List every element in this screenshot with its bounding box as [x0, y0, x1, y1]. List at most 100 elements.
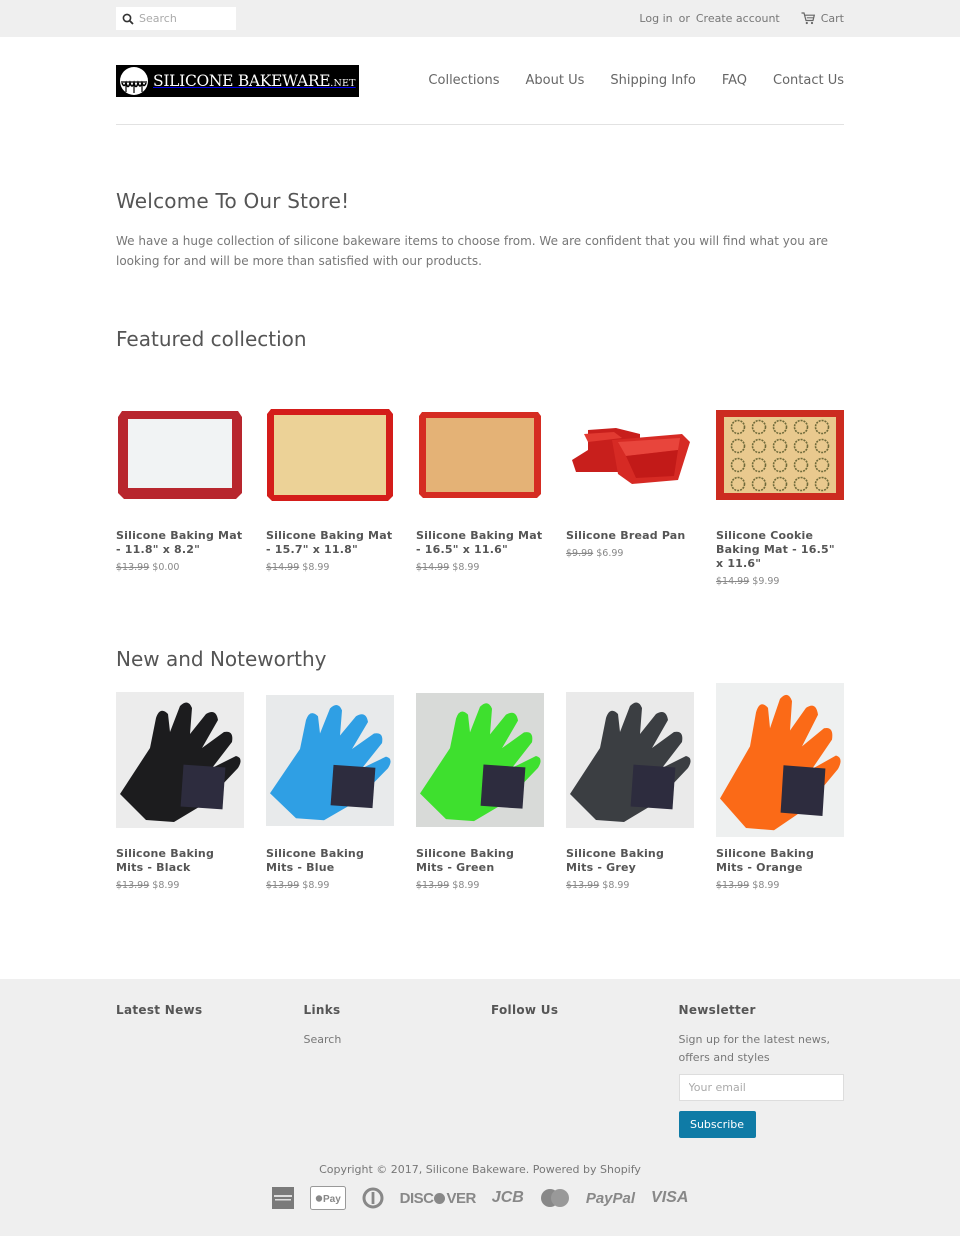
compare-price: $14.99 — [266, 562, 300, 573]
compare-price: $13.99 — [116, 562, 150, 573]
product-image-bread-pan — [566, 391, 694, 519]
compare-price: $13.99 — [416, 880, 450, 891]
product-title: Silicone Baking Mits - Black — [116, 847, 215, 874]
nav-collections[interactable]: Collections — [428, 73, 499, 88]
search-box[interactable] — [116, 7, 236, 30]
sale-price: $8.99 — [452, 562, 480, 573]
product-price: $13.99 $8.99 — [716, 880, 844, 891]
sale-price: $0.00 — [152, 562, 180, 573]
product-card[interactable]: Silicone Baking Mits - Blue $13.99 $8.99 — [266, 683, 394, 891]
product-image-mitt-blue — [266, 683, 394, 837]
featured-grid: Silicone Baking Mat - 11.8" x 8.2" $13.9… — [116, 391, 844, 587]
noteworthy-grid: Silicone Baking Mits - Black $13.99 $8.9… — [116, 683, 844, 891]
nav-about-us[interactable]: About Us — [526, 73, 585, 88]
product-image-baking-mat-tan — [416, 391, 544, 519]
product-image-cookie-mat — [716, 391, 844, 519]
glove-icon — [570, 702, 691, 822]
search-icon — [122, 13, 134, 25]
product-price: $13.99 $8.99 — [566, 880, 694, 891]
footer-link-search[interactable]: Search — [304, 1031, 492, 1049]
product-card[interactable]: Silicone Baking Mat - 16.5" x 11.6" $14.… — [416, 391, 544, 587]
product-title: Silicone Bread Pan — [566, 529, 686, 542]
diners-club-icon — [362, 1187, 384, 1209]
site-logo[interactable]: SILICONE BAKEWARE.NET — [116, 64, 359, 97]
sale-price: $9.99 — [752, 576, 780, 587]
footer-latest-news: Latest News — [116, 1003, 304, 1138]
nav-shipping-info[interactable]: Shipping Info — [610, 73, 695, 88]
newsletter-heading: Newsletter — [678, 1003, 756, 1017]
create-account-link[interactable]: Create account — [696, 12, 780, 25]
newsletter-email-input[interactable] — [678, 1074, 844, 1101]
site-footer: Latest News Links Search Follow Us Newsl… — [0, 979, 960, 1236]
product-image-mitt-grey — [566, 683, 694, 837]
product-card[interactable]: Silicone Baking Mits - Grey $13.99 $8.99 — [566, 683, 694, 891]
glove-icon — [720, 694, 841, 831]
product-price: $13.99 $8.99 — [416, 880, 544, 891]
logo-mark-icon — [120, 66, 148, 95]
product-price: $13.99 $0.00 — [116, 562, 244, 573]
product-card[interactable]: Silicone Cookie Baking Mat - 16.5" x 11.… — [716, 391, 844, 587]
sale-price: $8.99 — [752, 880, 780, 891]
top-bar: Log in or Create account Cart — [0, 0, 960, 37]
amex-icon — [271, 1187, 294, 1209]
product-card[interactable]: Silicone Baking Mits - Orange $13.99 $8.… — [716, 683, 844, 891]
product-card[interactable]: Silicone Baking Mits - Black $13.99 $8.9… — [116, 683, 244, 891]
links-heading: Links — [303, 1003, 341, 1017]
nav-contact-us[interactable]: Contact Us — [773, 73, 844, 88]
compare-price: $14.99 — [716, 576, 750, 587]
product-title: Silicone Baking Mat - 16.5" x 11.6" — [416, 529, 543, 556]
account-links: Log in or Create account Cart — [639, 12, 844, 25]
svg-text:Pay: Pay — [323, 1194, 341, 1205]
product-title: Silicone Cookie Baking Mat - 16.5" x 11.… — [716, 529, 835, 570]
product-title: Silicone Baking Mits - Green — [416, 847, 515, 874]
login-link[interactable]: Log in — [639, 12, 672, 25]
copyright: Copyright © 2017, Silicone Bakeware. Pow… — [319, 1163, 641, 1176]
product-image-mitt-black — [116, 683, 244, 837]
product-price: $14.99 $9.99 — [716, 576, 844, 587]
product-image-mitt-green — [416, 683, 544, 837]
compare-price: $13.99 — [566, 880, 600, 891]
product-title: Silicone Baking Mat - 11.8" x 8.2" — [116, 529, 243, 556]
featured-collection: Featured collection Silicone Baking Mat … — [116, 327, 844, 587]
product-price: $9.99 $6.99 — [566, 548, 694, 559]
noteworthy-title: New and Noteworthy — [116, 647, 327, 671]
mastercard-icon — [540, 1188, 570, 1208]
cart-label: Cart — [820, 12, 844, 25]
compare-price: $14.99 — [416, 562, 450, 573]
visa-icon: VISA — [651, 1189, 689, 1206]
search-input[interactable] — [139, 12, 229, 25]
sale-price: $8.99 — [152, 880, 180, 891]
welcome-section: Welcome To Our Store! We have a huge col… — [116, 125, 844, 271]
sale-price: $8.99 — [302, 880, 330, 891]
logo-text: SILICONE BAKEWARE.NET — [153, 71, 356, 90]
paypal-icon: PayPal — [585, 1189, 636, 1207]
sale-price: $8.99 — [302, 562, 330, 573]
nav-faq[interactable]: FAQ — [722, 73, 747, 88]
subscribe-button[interactable]: Subscribe — [678, 1111, 756, 1138]
product-card[interactable]: Silicone Baking Mat - 15.7" x 11.8" $14.… — [266, 391, 394, 587]
product-card[interactable]: Silicone Bread Pan $9.99 $6.99 — [566, 391, 694, 587]
product-image-baking-mat-yellow — [266, 391, 394, 519]
main-content: Welcome To Our Store! We have a huge col… — [116, 125, 844, 891]
product-title: Silicone Baking Mits - Grey — [566, 847, 665, 874]
footer-follow-us: Follow Us — [491, 1003, 679, 1138]
footer-newsletter: Newsletter Sign up for the latest news, … — [678, 1003, 844, 1138]
footer-links: Links Search — [304, 1003, 492, 1138]
or-text: or — [678, 12, 690, 25]
sale-price: $8.99 — [452, 880, 480, 891]
compare-price: $13.99 — [116, 880, 150, 891]
product-card[interactable]: Silicone Baking Mits - Green $13.99 $8.9… — [416, 683, 544, 891]
payment-icons: Pay DISC VER JCB PayPal VISA — [116, 1186, 844, 1210]
sale-price: $6.99 — [596, 548, 624, 559]
cart-link[interactable]: Cart — [801, 12, 844, 25]
glove-icon — [120, 702, 241, 822]
newsletter-text: Sign up for the latest news, offers and … — [678, 1033, 831, 1064]
product-title: Silicone Baking Mat - 15.7" x 11.8" — [266, 529, 393, 556]
featured-title: Featured collection — [116, 327, 307, 351]
product-card[interactable]: Silicone Baking Mat - 11.8" x 8.2" $13.9… — [116, 391, 244, 587]
product-title: Silicone Baking Mits - Blue — [266, 847, 365, 874]
glove-icon — [420, 703, 541, 822]
product-price: $14.99 $8.99 — [266, 562, 394, 573]
welcome-title: Welcome To Our Store! — [116, 189, 350, 213]
jcb-icon: JCB — [491, 1189, 524, 1206]
